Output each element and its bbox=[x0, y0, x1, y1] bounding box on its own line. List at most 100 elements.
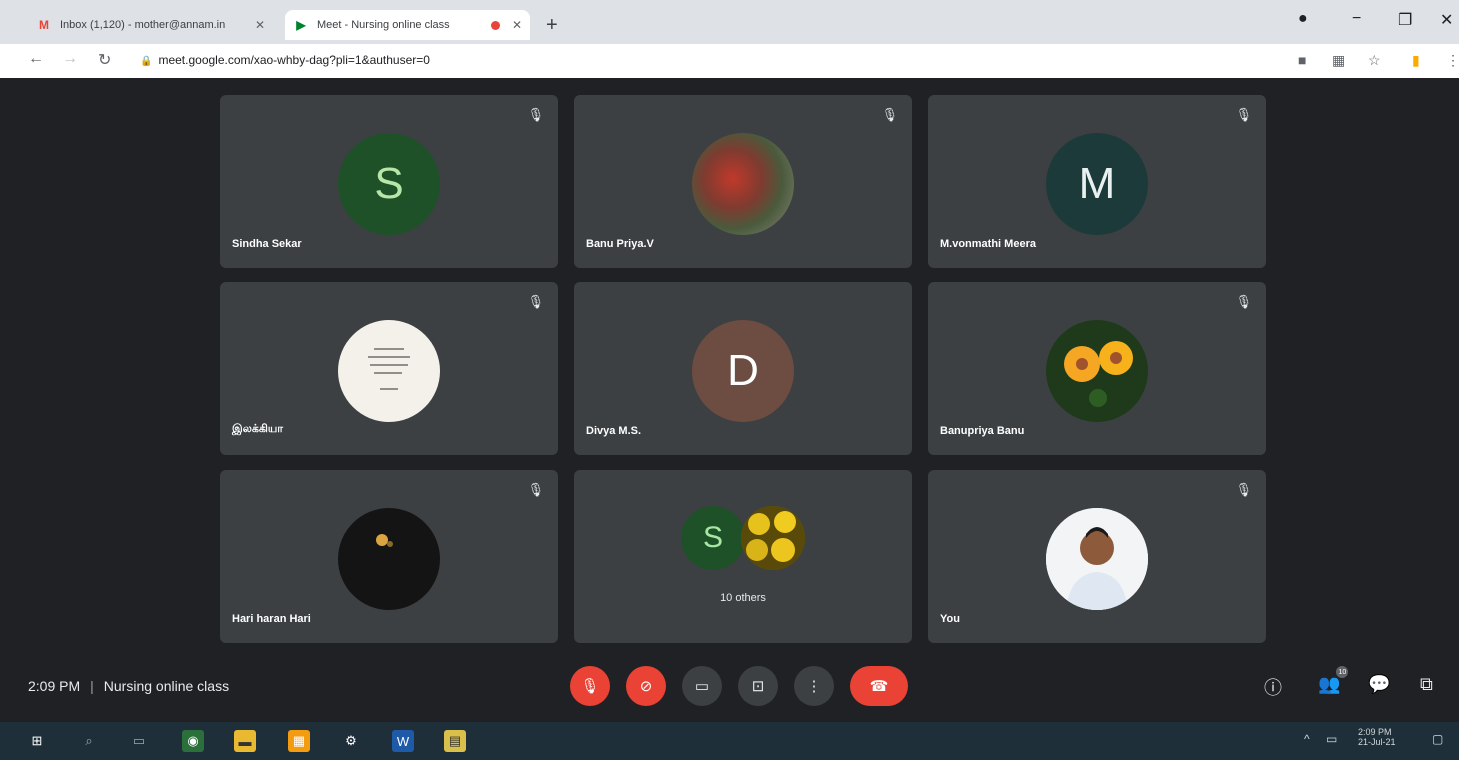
mic-off-icon: 🎙 bbox=[527, 107, 544, 122]
participant-name: இலக்கியா bbox=[232, 423, 284, 435]
clock-date: 21-Jul-21 bbox=[1358, 737, 1396, 747]
avatar: M bbox=[1046, 133, 1148, 235]
chat-button[interactable]: 💬 bbox=[1368, 674, 1390, 695]
participant-tile[interactable]: 🎙 M M.vonmathi Meera bbox=[928, 95, 1266, 268]
mic-off-icon: 🎙 bbox=[881, 107, 898, 122]
taskbar-word[interactable]: W bbox=[392, 730, 414, 752]
tab-gmail[interactable]: M Inbox (1,120) - mother@annam.in ✕ bbox=[28, 10, 273, 40]
lock-icon: 🔒 bbox=[140, 56, 153, 67]
extension-icon[interactable]: ▦ bbox=[1332, 52, 1345, 69]
meeting-title: Nursing online class bbox=[103, 678, 230, 694]
mic-off-icon: 🎙 bbox=[527, 482, 544, 497]
meeting-details-button[interactable]: ⓘ bbox=[1264, 674, 1282, 700]
tab-title: Meet - Nursing online class bbox=[317, 19, 450, 31]
participant-name: You bbox=[940, 613, 960, 625]
camera-toggle-button[interactable]: ⊘ bbox=[626, 666, 666, 706]
participant-tile[interactable]: 🎙 இலக்கியா bbox=[220, 282, 558, 455]
bookmark-star-icon[interactable]: ☆ bbox=[1368, 52, 1381, 69]
taskbar-app[interactable]: ▤ bbox=[444, 730, 466, 752]
back-button[interactable]: ← bbox=[28, 50, 44, 68]
dark-photo-icon bbox=[376, 534, 393, 547]
close-window-button[interactable]: ✕ bbox=[1440, 10, 1453, 30]
mic-off-icon: 🎙 bbox=[527, 294, 544, 309]
participant-name: Sindha Sekar bbox=[232, 238, 302, 250]
hang-up-icon: ☎ bbox=[869, 678, 889, 695]
leave-call-button[interactable]: ☎ bbox=[850, 666, 908, 706]
reload-button[interactable]: ↻ bbox=[98, 50, 111, 70]
avatar bbox=[741, 506, 805, 570]
captions-button[interactable]: ▭ bbox=[682, 666, 722, 706]
close-tab-icon[interactable]: ✕ bbox=[255, 18, 265, 32]
divider: | bbox=[90, 678, 94, 694]
people-icon: 👥 bbox=[1318, 674, 1341, 694]
microphone-toggle-button[interactable]: 🎙 bbox=[570, 666, 610, 706]
avatar bbox=[1046, 508, 1148, 610]
tab-meet[interactable]: ▶ Meet - Nursing online class ✕ bbox=[285, 10, 530, 40]
tray-chevron-icon[interactable]: ^ bbox=[1304, 732, 1310, 746]
meet-icon: ▶ bbox=[296, 18, 306, 32]
captions-icon: ▭ bbox=[694, 678, 710, 695]
minimize-button[interactable]: − bbox=[1352, 10, 1361, 28]
activities-button[interactable]: ⧉ bbox=[1420, 674, 1433, 695]
windows-taskbar: ⊞ ⌕ ▭ ◉ ▬ ▦ ⚙ W ▤ ^ ▭ 2:09 PM 21-Jul-21 … bbox=[0, 722, 1459, 760]
network-icon[interactable]: ▭ bbox=[1326, 732, 1337, 746]
taskbar-file-explorer[interactable]: ▬ bbox=[234, 730, 256, 752]
people-button[interactable]: 👥 10 bbox=[1318, 666, 1349, 695]
participant-name: Banupriya Banu bbox=[940, 425, 1025, 437]
search-button[interactable]: ⌕ bbox=[78, 730, 100, 752]
camera-off-icon: ⊘ bbox=[639, 678, 653, 695]
avatar bbox=[692, 133, 794, 235]
more-options-button[interactable]: ⋮ bbox=[794, 666, 834, 706]
participant-tile[interactable]: 🎙 Banu Priya.V bbox=[574, 95, 912, 268]
extension-icon[interactable]: ▮ bbox=[1412, 52, 1420, 69]
avatar bbox=[1046, 320, 1148, 422]
participant-tile[interactable]: 🎙 S Sindha Sekar bbox=[220, 95, 558, 268]
menu-icon[interactable]: ⋮ bbox=[1446, 52, 1459, 69]
start-button[interactable]: ⊞ bbox=[26, 730, 48, 752]
profile-icon[interactable]: ● bbox=[1298, 10, 1308, 28]
clock-time: 2:09 PM bbox=[1358, 727, 1392, 737]
app-icon: ▤ bbox=[448, 733, 462, 748]
camera-icon[interactable]: ■ bbox=[1298, 52, 1306, 68]
meet-stage: 🎙 S Sindha Sekar 🎙 Banu Priya.V 🎙 M M.vo… bbox=[0, 78, 1459, 718]
participant-tile[interactable]: 🎙 Hari haran Hari bbox=[220, 470, 558, 643]
text-image-icon bbox=[368, 348, 410, 390]
url-field[interactable]: 🔒 meet.google.com/xao-whby-dag?pli=1&auth… bbox=[140, 53, 430, 67]
info-icon: ⓘ bbox=[1264, 678, 1282, 698]
avatar: D bbox=[692, 320, 794, 422]
participant-name: M.vonmathi Meera bbox=[940, 238, 1036, 250]
taskbar-chrome[interactable]: ◉ bbox=[182, 730, 204, 752]
meeting-info: 2:09 PM | Nursing online class bbox=[28, 678, 229, 694]
others-tile[interactable]: S 10 others bbox=[574, 470, 912, 643]
search-icon: ⌕ bbox=[85, 733, 93, 748]
participant-tile[interactable]: D Divya M.S. bbox=[574, 282, 912, 455]
new-tab-button[interactable]: + bbox=[546, 14, 558, 37]
participant-tile-self[interactable]: 🎙 You bbox=[928, 470, 1266, 643]
word-icon: W bbox=[396, 733, 410, 749]
avatar: S bbox=[681, 506, 745, 570]
meet-controls-bar: 2:09 PM | Nursing online class 🎙 ⊘ ▭ ⊡ ⋮ ☎… bbox=[0, 658, 1459, 714]
close-tab-icon[interactable]: ✕ bbox=[512, 18, 522, 32]
tab-title: Inbox (1,120) - mother@annam.in bbox=[60, 19, 226, 31]
taskbar-clock[interactable]: 2:09 PM 21-Jul-21 bbox=[1358, 727, 1396, 747]
notifications-icon[interactable]: ▢ bbox=[1432, 732, 1443, 746]
taskbar-app[interactable]: ▦ bbox=[288, 730, 310, 752]
task-view-button[interactable]: ▭ bbox=[128, 730, 150, 752]
taskbar-settings[interactable]: ⚙ bbox=[340, 730, 362, 752]
maximize-button[interactable]: ❐ bbox=[1398, 10, 1412, 30]
forward-button[interactable]: → bbox=[62, 50, 78, 68]
flowers-image-icon bbox=[1064, 341, 1133, 407]
gmail-icon: M bbox=[39, 18, 49, 32]
participant-tile[interactable]: 🎙 Banupriya Banu bbox=[928, 282, 1266, 455]
others-count-label: 10 others bbox=[720, 592, 766, 604]
avatar: S bbox=[338, 133, 440, 235]
person-photo-icon bbox=[1046, 508, 1148, 610]
mic-off-icon: 🎙 bbox=[1235, 482, 1252, 497]
address-bar: ← → ↻ 🔒 meet.google.com/xao-whby-dag?pli=… bbox=[0, 44, 1459, 79]
present-button[interactable]: ⊡ bbox=[738, 666, 778, 706]
chrome-icon: ◉ bbox=[187, 733, 199, 748]
more-vert-icon: ⋮ bbox=[806, 678, 822, 695]
gear-icon: ⚙ bbox=[345, 733, 357, 748]
mic-off-icon: 🎙 bbox=[580, 678, 600, 695]
participants-count-badge: 10 bbox=[1336, 666, 1349, 678]
